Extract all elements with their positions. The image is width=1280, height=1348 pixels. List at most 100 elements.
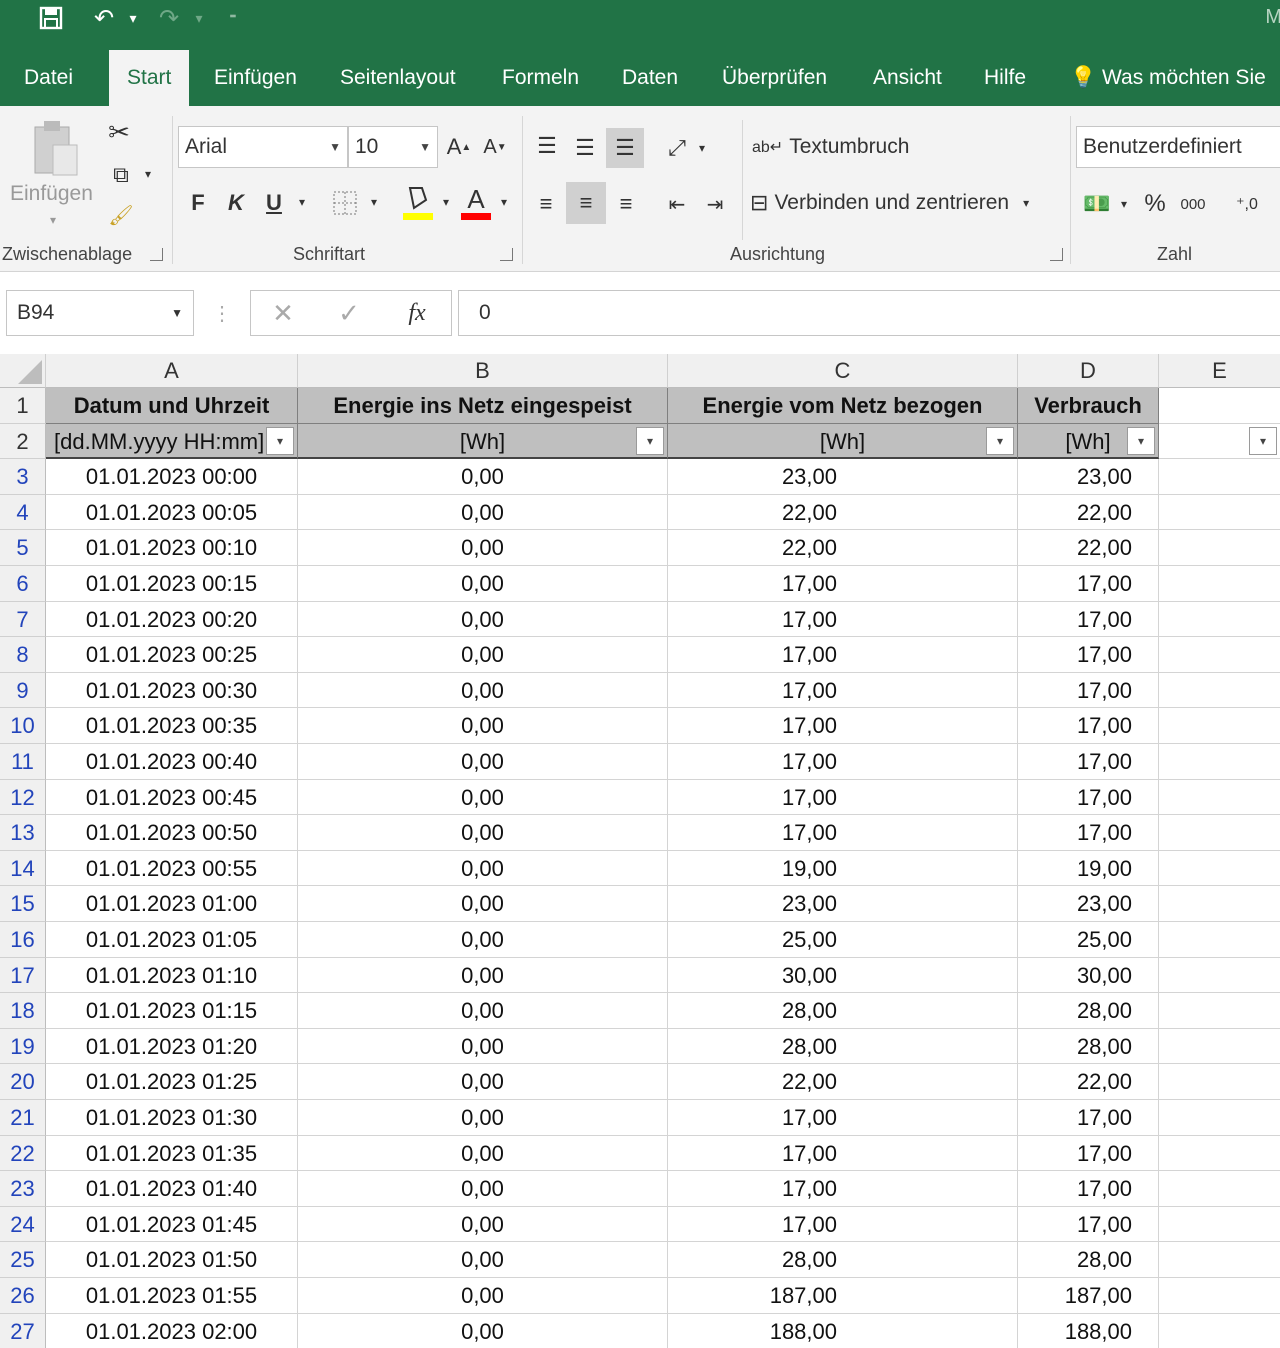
save-icon[interactable] — [34, 2, 68, 34]
cell-datum[interactable]: 01.01.2023 00:50 — [46, 815, 298, 851]
alignment-launcher-icon[interactable] — [1050, 248, 1063, 261]
cell-verbrauch[interactable]: 17,00 — [1018, 1135, 1159, 1172]
cell-eingespeist[interactable]: 0,00 — [298, 601, 668, 638]
cell-verbrauch[interactable]: 17,00 — [1018, 1100, 1159, 1136]
cell-bezogen[interactable]: 188,00 — [668, 1313, 1018, 1348]
empty-cell[interactable] — [1159, 886, 1280, 922]
row-header[interactable]: 11 — [0, 744, 46, 780]
header-cell-verbrauch[interactable]: Verbrauch — [1018, 388, 1159, 424]
empty-cell[interactable] — [1159, 1171, 1280, 1207]
empty-cell[interactable] — [1159, 459, 1280, 495]
font-size-combo[interactable]: 10 ▼ — [348, 126, 438, 168]
cell-verbrauch[interactable]: 25,00 — [1018, 922, 1159, 958]
cell-verbrauch[interactable]: 17,00 — [1018, 744, 1159, 780]
bold-button[interactable]: F — [184, 184, 212, 222]
cell-eingespeist[interactable]: 0,00 — [298, 957, 668, 994]
cell-eingespeist[interactable]: 0,00 — [298, 530, 668, 566]
cell-verbrauch[interactable]: 17,00 — [1018, 672, 1159, 709]
row-header[interactable]: 5 — [0, 530, 46, 566]
cell-eingespeist[interactable]: 0,00 — [298, 1028, 668, 1065]
cell-bezogen[interactable]: 17,00 — [668, 566, 1018, 602]
cell-verbrauch[interactable]: 17,00 — [1018, 708, 1159, 744]
column-header-a[interactable]: A — [46, 354, 298, 388]
cell-eingespeist[interactable]: 0,00 — [298, 779, 668, 816]
row-header[interactable]: 19 — [0, 1028, 46, 1065]
units-cell-eingespeist[interactable]: [Wh] — [298, 423, 668, 460]
insert-function-button[interactable]: fx — [397, 295, 437, 331]
row-header[interactable]: 22 — [0, 1135, 46, 1172]
tab-seitenlayout[interactable]: Seitenlayout — [322, 50, 474, 106]
thousands-separator-button[interactable]: 000 — [1176, 184, 1210, 224]
column-header-d[interactable]: D — [1018, 354, 1159, 388]
row-header[interactable]: 26 — [0, 1278, 46, 1314]
tab-daten[interactable]: Daten — [604, 50, 696, 106]
cell-datum[interactable]: 01.01.2023 01:05 — [46, 922, 298, 958]
redo-icon[interactable]: ↷ — [152, 2, 186, 34]
italic-button[interactable]: K — [222, 184, 250, 222]
row-header[interactable]: 21 — [0, 1100, 46, 1136]
cell-verbrauch[interactable]: 17,00 — [1018, 779, 1159, 816]
empty-cell[interactable] — [1159, 637, 1280, 673]
cell-bezogen[interactable]: 17,00 — [668, 1171, 1018, 1207]
cell-eingespeist[interactable]: 0,00 — [298, 1171, 668, 1207]
tell-me-search[interactable]: 💡 Was möchten Sie — [1070, 50, 1266, 106]
cell-bezogen[interactable]: 25,00 — [668, 922, 1018, 958]
tab-formeln[interactable]: Formeln — [484, 50, 597, 106]
decrease-indent-icon[interactable]: ⇤ — [660, 184, 694, 224]
row-header[interactable]: 8 — [0, 637, 46, 673]
more-options-icon[interactable]: ⋮ — [212, 296, 232, 330]
cell-verbrauch[interactable]: 28,00 — [1018, 1028, 1159, 1065]
cell-bezogen[interactable]: 30,00 — [668, 957, 1018, 994]
redo-dropdown-icon[interactable]: ▾ — [190, 2, 208, 34]
row-header[interactable]: 18 — [0, 993, 46, 1029]
cell-eingespeist[interactable]: 0,00 — [298, 1206, 668, 1243]
tab-datei[interactable]: Datei — [6, 50, 91, 106]
empty-cell[interactable] — [1159, 530, 1280, 566]
empty-cell[interactable] — [1159, 1029, 1280, 1065]
cell-datum[interactable]: 01.01.2023 01:15 — [46, 993, 298, 1029]
cell-eingespeist[interactable]: 0,00 — [298, 637, 668, 673]
accounting-format-icon[interactable]: 💵 — [1080, 184, 1114, 224]
cell-bezogen[interactable]: 22,00 — [668, 1064, 1018, 1100]
units-cell-bezogen[interactable]: [Wh] — [668, 423, 1018, 460]
cell-verbrauch[interactable]: 19,00 — [1018, 850, 1159, 887]
underline-button[interactable]: U — [260, 184, 288, 222]
empty-cell[interactable] — [1159, 1136, 1280, 1172]
cell-datum[interactable]: 01.01.2023 01:10 — [46, 957, 298, 994]
cell-datum[interactable]: 01.01.2023 00:10 — [46, 530, 298, 566]
cell-datum[interactable]: 01.01.2023 01:30 — [46, 1100, 298, 1136]
cell-verbrauch[interactable]: 23,00 — [1018, 459, 1159, 495]
row-header[interactable]: 23 — [0, 1171, 46, 1207]
increase-indent-icon[interactable]: ⇥ — [698, 184, 732, 224]
cell-eingespeist[interactable]: 0,00 — [298, 993, 668, 1029]
cell-eingespeist[interactable]: 0,00 — [298, 1313, 668, 1348]
cell-datum[interactable]: 01.01.2023 01:35 — [46, 1135, 298, 1172]
row-header[interactable]: 7 — [0, 601, 46, 638]
column-header-b[interactable]: B — [298, 354, 668, 388]
font-launcher-icon[interactable] — [500, 248, 513, 261]
orientation-dropdown-icon[interactable]: ▾ — [694, 138, 710, 158]
cell-datum[interactable]: 01.01.2023 00:15 — [46, 566, 298, 602]
cell-datum[interactable]: 01.01.2023 00:20 — [46, 601, 298, 638]
row-header[interactable]: 25 — [0, 1242, 46, 1278]
row-header[interactable]: 15 — [0, 886, 46, 922]
column-header-c[interactable]: C — [668, 354, 1018, 388]
cell-eingespeist[interactable]: 0,00 — [298, 744, 668, 780]
cell-eingespeist[interactable]: 0,00 — [298, 566, 668, 602]
row-header[interactable]: 3 — [0, 459, 46, 495]
cell-eingespeist[interactable]: 0,00 — [298, 1135, 668, 1172]
enter-icon[interactable]: ✓ — [329, 295, 369, 331]
cell-verbrauch[interactable]: 17,00 — [1018, 815, 1159, 851]
cell-bezogen[interactable]: 17,00 — [668, 744, 1018, 780]
clipboard-launcher-icon[interactable] — [150, 248, 163, 261]
cancel-icon[interactable]: ✕ — [263, 295, 303, 331]
filter-dropdown-icon[interactable]: ▾ — [1249, 427, 1277, 455]
align-center-icon[interactable]: ≡ — [566, 182, 606, 224]
cell-datum[interactable]: 01.01.2023 00:45 — [46, 779, 298, 816]
align-right-icon[interactable]: ≡ — [608, 184, 644, 224]
empty-cell[interactable] — [1159, 673, 1280, 709]
cell-datum[interactable]: 01.01.2023 00:30 — [46, 672, 298, 709]
cell-datum[interactable]: 01.01.2023 00:05 — [46, 494, 298, 531]
row-header[interactable]: 6 — [0, 566, 46, 602]
empty-cell[interactable] — [1159, 851, 1280, 887]
